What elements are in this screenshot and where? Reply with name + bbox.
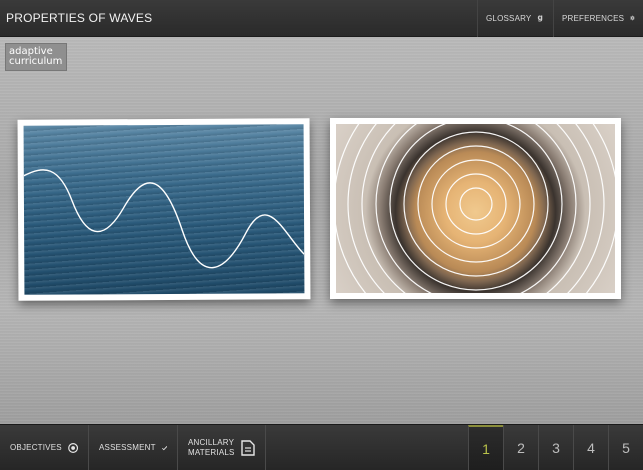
glossary-g-icon: g [538,13,543,22]
target-icon [67,442,78,453]
ancillary-line2: MATERIALS [188,447,235,457]
ancillary-label: ANCILLARY MATERIALS [188,438,235,458]
document-icon [240,439,255,456]
page-3-button[interactable]: 3 [538,425,573,470]
bottom-bar: OBJECTIVES ASSESSMENT ANCILLARY MATERIAL… [0,424,643,470]
preferences-label: PREFERENCES [562,13,625,23]
glossary-label: GLOSSARY [486,13,532,23]
preferences-button[interactable]: PREFERENCES [553,0,643,37]
adaptive-curriculum-logo: adaptive curriculum [5,43,67,71]
ancillary-line1: ANCILLARY [188,437,235,447]
ocean-wave-photo [17,118,311,301]
page-title: PROPERTIES OF WAVES [6,11,153,25]
sine-wave-overlay [23,169,305,269]
assessment-button[interactable]: ASSESSMENT [89,425,178,470]
objectives-button[interactable]: OBJECTIVES [0,425,89,470]
checkmark-icon [161,445,167,450]
page-4-button[interactable]: 4 [573,425,608,470]
logo-line2: curriculum [9,56,63,67]
ancillary-materials-button[interactable]: ANCILLARY MATERIALS [178,425,266,470]
content-stage: adaptive curriculum [0,37,643,424]
page-2-button[interactable]: 2 [503,425,538,470]
footer-spacer [266,425,468,470]
concentric-rings-overlay [336,124,615,293]
speaker-sound-waves-photo [330,118,621,299]
objectives-label: OBJECTIVES [10,443,62,452]
glossary-button[interactable]: GLOSSARY g [477,0,553,37]
assessment-label: ASSESSMENT [99,443,156,452]
top-bar: PROPERTIES OF WAVES GLOSSARY g PREFERENC… [0,0,643,37]
page-1-button[interactable]: 1 [468,425,503,470]
gear-icon [630,15,635,21]
svg-text:g: g [538,13,543,22]
page-5-button[interactable]: 5 [608,425,643,470]
